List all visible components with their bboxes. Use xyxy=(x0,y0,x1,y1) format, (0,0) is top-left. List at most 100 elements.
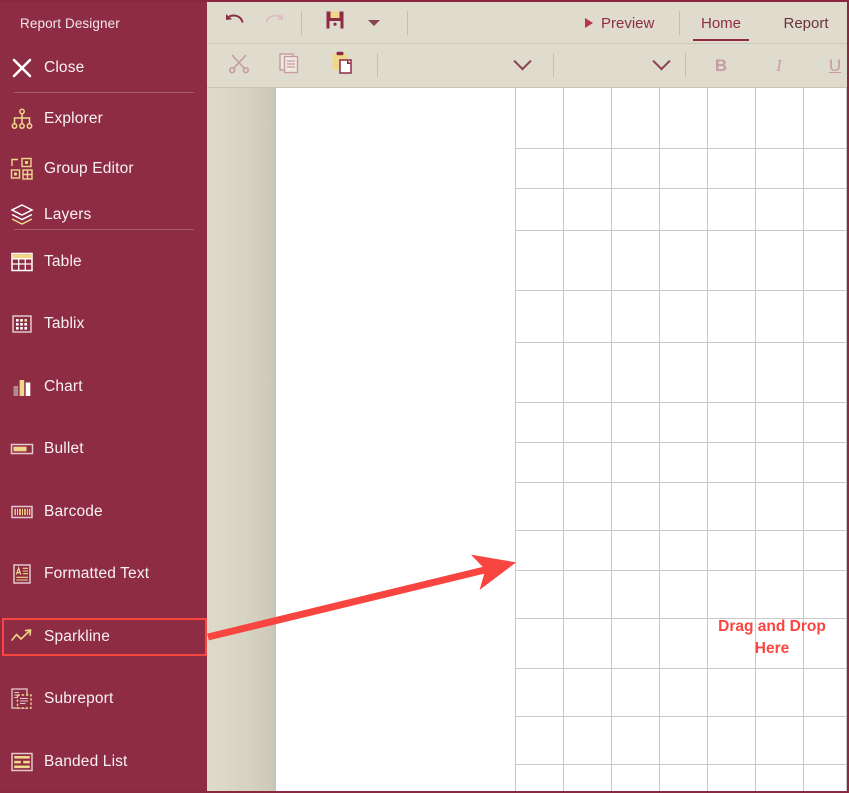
top-toolbar: Preview Home Report Parameters xyxy=(207,2,847,44)
drag-drop-hint: Drag and Drop Here xyxy=(697,616,847,660)
report-designer-window: Report Designer Close Explorer Group Edi… xyxy=(0,0,849,793)
sidebar-item-label: Chart xyxy=(44,378,83,395)
chevron-down-icon xyxy=(651,52,671,71)
play-triangle-icon xyxy=(585,18,593,28)
paste-clipboard-icon xyxy=(329,50,355,81)
sidebar-item-group-editor[interactable]: Group Editor xyxy=(0,149,207,189)
grid-line-horizontal xyxy=(515,402,847,403)
close-x-icon xyxy=(0,56,44,80)
sidebar-divider xyxy=(14,229,194,230)
chart-bars-icon xyxy=(0,375,44,399)
sidebar-item-label: Close xyxy=(44,59,85,76)
barcode-icon xyxy=(0,499,44,525)
sidebar-item-label: Table xyxy=(44,253,82,270)
sidebar-item-chart[interactable]: Chart xyxy=(0,367,207,407)
sidebar-item-formatted-text[interactable]: Formatted Text xyxy=(0,554,207,594)
grid-line-horizontal xyxy=(515,482,847,483)
report-page[interactable] xyxy=(276,88,847,791)
copy-pages-icon xyxy=(277,51,301,80)
grid-line-horizontal xyxy=(515,530,847,531)
bold-label: B xyxy=(714,55,728,75)
grid-line-horizontal xyxy=(515,290,847,291)
sidebar-item-tablix[interactable]: Tablix xyxy=(0,304,207,344)
report-canvas[interactable]: Drag and Drop Here xyxy=(207,88,847,791)
sidebar: Report Designer Close Explorer Group Edi… xyxy=(0,2,207,791)
sidebar-item-label: Group Editor xyxy=(44,160,134,177)
grid-line-vertical xyxy=(611,88,612,791)
redo-button[interactable] xyxy=(257,2,293,43)
sidebar-item-label: Formatted Text xyxy=(44,565,150,582)
sidebar-item-label: Subreport xyxy=(44,690,114,707)
drag-drop-hint-line2: Here xyxy=(754,640,790,657)
grid-line-horizontal xyxy=(515,668,847,669)
grid-line-horizontal xyxy=(515,716,847,717)
underline-label: U xyxy=(828,55,842,75)
ribbon-divider xyxy=(685,53,686,77)
save-options-button[interactable] xyxy=(357,2,391,43)
sidebar-item-table[interactable]: Table xyxy=(0,242,207,282)
preview-button[interactable]: Preview xyxy=(585,2,654,44)
grid-line-horizontal xyxy=(515,148,847,149)
sidebar-item-label: Tablix xyxy=(44,315,85,332)
grid-line-vertical xyxy=(846,88,847,791)
sidebar-item-sparkline[interactable]: Sparkline xyxy=(0,617,207,657)
grid-line-horizontal xyxy=(515,342,847,343)
group-editor-icon xyxy=(0,157,44,181)
sidebar-item-subreport[interactable]: Subreport xyxy=(0,679,207,719)
sidebar-title: Report Designer xyxy=(20,16,120,31)
sidebar-item-label: Barcode xyxy=(44,503,103,520)
italic-label: I xyxy=(776,55,782,75)
grid-line-vertical xyxy=(755,88,756,791)
sidebar-item-label: Banded List xyxy=(44,753,128,770)
sidebar-item-close[interactable]: Close xyxy=(0,48,207,88)
undo-arrow-icon xyxy=(223,11,245,34)
sidebar-item-explorer[interactable]: Explorer xyxy=(0,99,207,139)
grid-line-horizontal xyxy=(515,570,847,571)
underline-button[interactable]: U xyxy=(813,44,847,87)
grid-line-horizontal xyxy=(515,188,847,189)
cut-button[interactable] xyxy=(217,44,261,87)
sidebar-item-label: Sparkline xyxy=(44,628,110,645)
layers-icon xyxy=(0,202,44,228)
font-size-dropdown[interactable] xyxy=(641,44,681,87)
tab-report[interactable]: Report xyxy=(769,2,843,44)
ribbon-divider xyxy=(553,53,554,77)
tab-home[interactable]: Home xyxy=(685,2,757,44)
preview-label: Preview xyxy=(601,14,655,32)
canvas-left-gutter xyxy=(207,88,276,791)
grid-line-horizontal xyxy=(515,230,847,231)
ribbon-divider xyxy=(377,53,378,77)
scissors-cut-icon xyxy=(227,51,251,80)
paste-button[interactable] xyxy=(319,44,365,87)
chevron-down-icon xyxy=(512,52,532,71)
font-family-dropdown[interactable] xyxy=(502,44,542,87)
sidebar-item-label: Layers xyxy=(44,206,92,223)
sidebar-item-bullet[interactable]: Bullet xyxy=(0,429,207,469)
bullet-gauge-icon xyxy=(0,436,44,462)
sparkline-icon xyxy=(0,624,44,650)
grid-line-vertical xyxy=(515,88,516,791)
copy-button[interactable] xyxy=(267,44,311,87)
undo-button[interactable] xyxy=(216,2,252,43)
toolbar-divider xyxy=(407,11,408,35)
sidebar-item-label: Bullet xyxy=(44,440,84,457)
grid-line-vertical xyxy=(659,88,660,791)
sidebar-divider xyxy=(14,92,194,93)
grid-line-horizontal xyxy=(515,442,847,443)
tab-label: Report xyxy=(783,14,829,32)
italic-button[interactable]: I xyxy=(757,44,801,87)
redo-arrow-icon xyxy=(264,11,286,34)
tablix-icon xyxy=(0,312,44,336)
banded-list-icon xyxy=(0,749,44,775)
toolbar-divider xyxy=(301,11,302,35)
grid-line-horizontal xyxy=(515,764,847,765)
formatted-text-icon xyxy=(0,562,44,586)
save-button[interactable] xyxy=(319,2,351,43)
subreport-icon xyxy=(0,686,44,712)
chevron-down-icon xyxy=(368,19,380,26)
sidebar-item-banded-list[interactable]: Banded List xyxy=(0,742,207,782)
sidebar-item-barcode[interactable]: Barcode xyxy=(0,492,207,532)
explorer-tree-icon xyxy=(0,107,44,131)
drag-drop-hint-line1: Drag and Drop xyxy=(718,618,826,635)
bold-button[interactable]: B xyxy=(699,44,743,87)
